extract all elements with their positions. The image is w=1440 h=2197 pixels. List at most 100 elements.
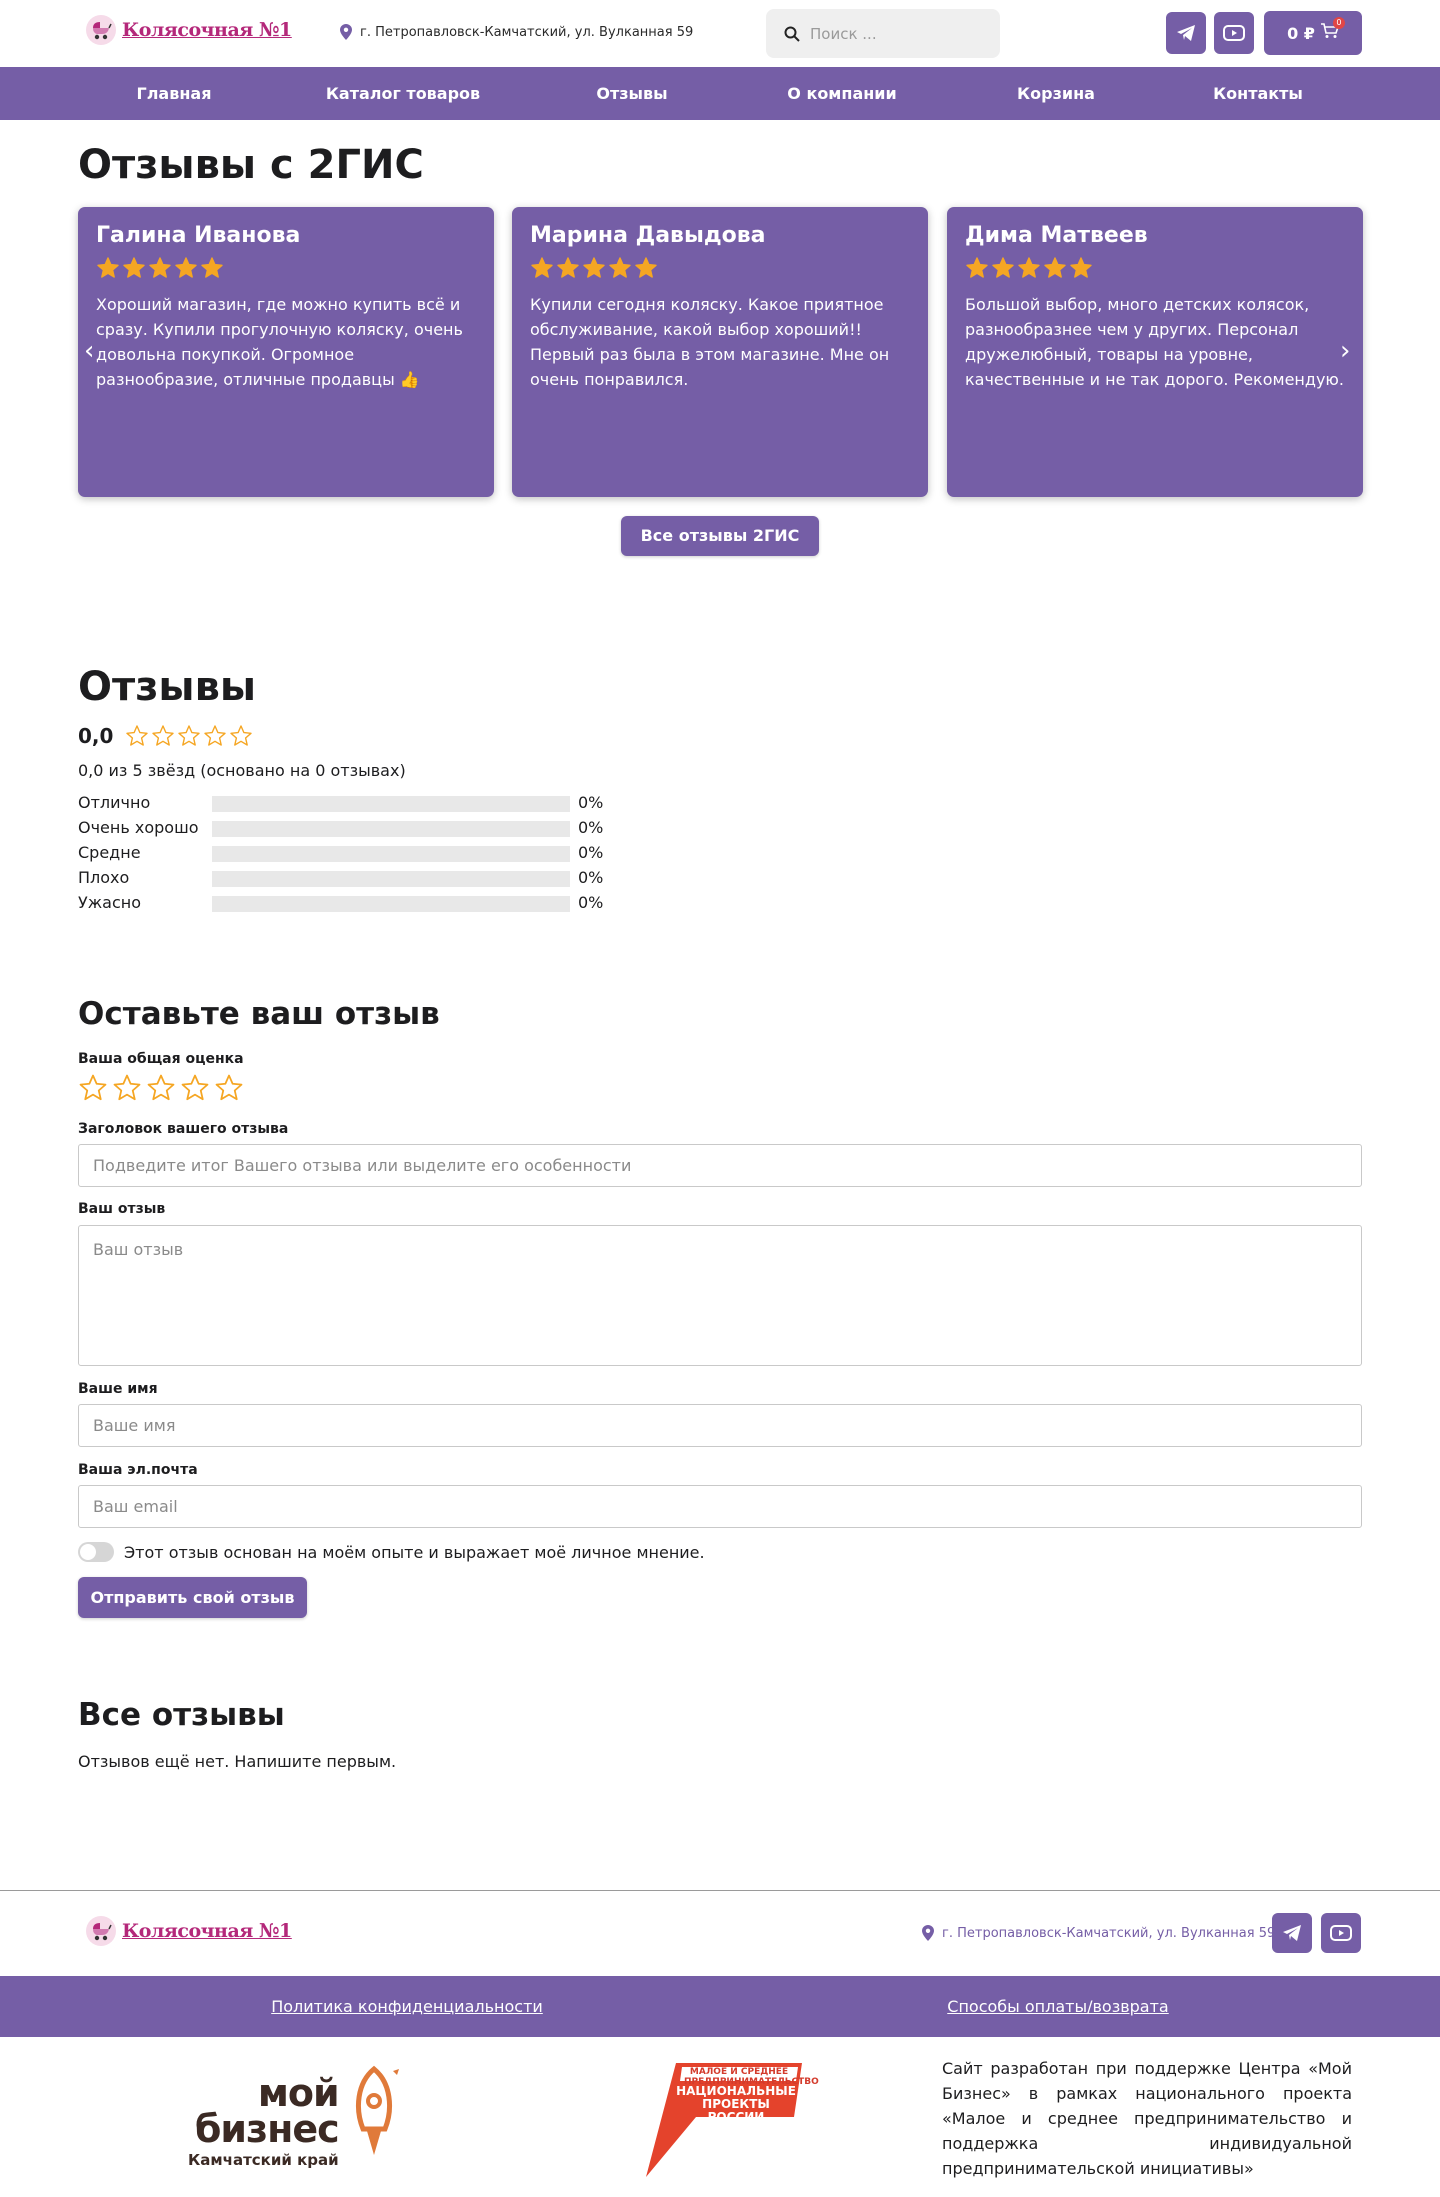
rating-row-percent: 0% bbox=[578, 893, 604, 912]
rating-input-label: Ваша общая оценка bbox=[78, 1051, 244, 1067]
star-filled-icon bbox=[609, 257, 631, 278]
review-stars bbox=[96, 256, 476, 280]
consent-toggle[interactable] bbox=[78, 1542, 114, 1562]
search-input[interactable]: Поиск ... bbox=[766, 9, 1000, 58]
moy-biznes-word-2: бизнес bbox=[194, 2107, 340, 2151]
toggle-knob bbox=[80, 1544, 96, 1560]
site-logo[interactable]: Колясочная №1 bbox=[86, 15, 292, 45]
nav-item-reviews[interactable]: Отзывы bbox=[596, 67, 667, 120]
average-stars bbox=[125, 724, 253, 748]
header-address: г. Петропавловск-Камчатский, ул. Вулканн… bbox=[340, 24, 693, 40]
star-filled-icon bbox=[1070, 257, 1092, 278]
privacy-policy-link[interactable]: Политика конфиденциальности bbox=[271, 1976, 543, 2037]
all-2gis-reviews-button[interactable]: Все отзывы 2ГИС bbox=[621, 516, 819, 556]
submit-review-button[interactable]: Отправить свой отзыв bbox=[78, 1577, 307, 1618]
rating-row-percent: 0% bbox=[578, 793, 604, 812]
star-filled-icon bbox=[966, 257, 988, 278]
star-empty-icon bbox=[113, 1074, 141, 1101]
header-address-text: г. Петропавловск-Камчатский, ул. Вулканн… bbox=[360, 24, 694, 40]
cart-button[interactable]: 0 ₽ 0 bbox=[1264, 11, 1362, 55]
stroller-icon bbox=[86, 15, 116, 45]
name-placeholder: Ваше имя bbox=[93, 1416, 176, 1435]
star-empty-icon bbox=[147, 1074, 175, 1101]
rating-row-percent: 0% bbox=[578, 843, 604, 862]
star-filled-icon bbox=[557, 257, 579, 278]
support-text: Сайт разработан при поддержке Центра «Мо… bbox=[942, 2059, 1352, 2178]
nav-item-about[interactable]: О компании bbox=[787, 67, 896, 120]
telegram-icon bbox=[1177, 25, 1195, 41]
review-author: Марина Давыдова bbox=[530, 223, 766, 248]
youtube-button[interactable] bbox=[1214, 12, 1254, 54]
rating-row-percent: 0% bbox=[578, 868, 604, 887]
stroller-icon bbox=[86, 1916, 116, 1946]
consent-text: Этот отзыв основан на моём опыте и выраж… bbox=[124, 1542, 705, 1562]
telegram-icon bbox=[1283, 1925, 1301, 1941]
review-card: Марина Давыдова Купили сегодня коляску. … bbox=[512, 207, 928, 497]
main-nav: Главная Каталог товаров Отзывы О компани… bbox=[0, 67, 1440, 120]
review-card: Дима Матвеев Большой выбор, много детски… bbox=[947, 207, 1363, 497]
carousel-next-chevron-icon[interactable]: › bbox=[1340, 338, 1350, 364]
rating-summary: 0,0 из 5 звёзд (основано на 0 отзывах) bbox=[78, 761, 406, 780]
youtube-icon bbox=[1330, 1925, 1352, 1941]
review-textarea[interactable]: Ваш отзыв bbox=[78, 1225, 1362, 1366]
star-filled-icon bbox=[175, 257, 197, 278]
star-filled-icon bbox=[97, 257, 119, 278]
nav-item-cart[interactable]: Корзина bbox=[1017, 67, 1095, 120]
email-placeholder: Ваш email bbox=[93, 1497, 178, 1516]
carousel-prev-chevron-icon[interactable]: ‹ bbox=[84, 338, 94, 364]
rating-row-label: Ужасно bbox=[78, 893, 142, 912]
average-rating: 0,0 bbox=[78, 724, 253, 748]
star-empty-icon bbox=[215, 1074, 243, 1101]
review-text: Хороший магазин, где можно купить всё и … bbox=[96, 295, 463, 389]
star-empty-icon bbox=[181, 1074, 209, 1101]
name-input[interactable]: Ваше имя bbox=[78, 1404, 1362, 1447]
rating-bar bbox=[212, 846, 570, 862]
rating-input-stars[interactable] bbox=[78, 1073, 244, 1103]
footer-address-text: г. Петропавловск-Камчатский, ул. Вулканн… bbox=[942, 1925, 1276, 1941]
location-pin-icon bbox=[340, 24, 352, 40]
moy-biznes-region: Камчатский край bbox=[188, 2151, 339, 2169]
cart-count-badge: 0 bbox=[1332, 17, 1345, 29]
footer-nav: Политика конфиденциальности Способы опла… bbox=[0, 1976, 1440, 2037]
review-author: Дима Матвеев bbox=[965, 223, 1148, 248]
rating-bar bbox=[212, 821, 570, 837]
star-empty-icon bbox=[204, 725, 227, 746]
rating-row-percent: 0% bbox=[578, 818, 604, 837]
star-filled-icon bbox=[992, 257, 1014, 278]
star-filled-icon bbox=[583, 257, 605, 278]
review-text: Большой выбор, много детских колясок, ра… bbox=[965, 295, 1344, 389]
email-input[interactable]: Ваш email bbox=[78, 1485, 1362, 1528]
gis-section-title: Отзывы с 2ГИС bbox=[78, 142, 424, 188]
name-label: Ваше имя bbox=[78, 1381, 158, 1397]
star-filled-icon bbox=[1044, 257, 1066, 278]
star-filled-icon bbox=[531, 257, 553, 278]
footer-logo[interactable]: Колясочная №1 bbox=[86, 1916, 292, 1946]
payment-refund-link[interactable]: Способы оплаты/возврата bbox=[947, 1976, 1168, 2037]
star-empty-icon bbox=[230, 725, 253, 746]
nav-item-catalog[interactable]: Каталог товаров bbox=[326, 67, 480, 120]
star-empty-icon bbox=[126, 725, 149, 746]
nav-item-contacts[interactable]: Контакты bbox=[1213, 67, 1303, 120]
headline-input[interactable]: Подведите итог Вашего отзыва или выделит… bbox=[78, 1144, 1362, 1187]
review-label: Ваш отзыв bbox=[78, 1201, 166, 1217]
nav-item-home[interactable]: Главная bbox=[137, 67, 212, 120]
review-stars bbox=[530, 256, 910, 280]
rating-row-very-good: Очень хорошо 0% bbox=[78, 818, 608, 838]
cart-total: 0 ₽ bbox=[1287, 23, 1315, 43]
rocket-icon bbox=[355, 2065, 399, 2155]
footer-logo-text: Колясочная №1 bbox=[122, 1920, 292, 1942]
natsproekty-logo: МАЛОЕ И СРЕДНЕЕ ПРЕДПРИНИМАТЕЛЬСТВО НАЦИ… bbox=[636, 2055, 819, 2180]
telegram-button[interactable] bbox=[1166, 12, 1206, 54]
review-text: Купили сегодня коляску. Какое приятное о… bbox=[530, 295, 890, 389]
search-placeholder: Поиск ... bbox=[810, 24, 877, 43]
star-filled-icon bbox=[123, 257, 145, 278]
star-empty-icon bbox=[79, 1074, 107, 1101]
rating-bar bbox=[212, 896, 570, 912]
email-label: Ваша эл.почта bbox=[78, 1462, 198, 1478]
footer-youtube-button[interactable] bbox=[1321, 1913, 1361, 1953]
footer-telegram-button[interactable] bbox=[1272, 1913, 1312, 1953]
star-filled-icon bbox=[635, 257, 657, 278]
star-empty-icon bbox=[178, 725, 201, 746]
location-pin-icon bbox=[922, 1925, 934, 1941]
star-filled-icon bbox=[149, 257, 171, 278]
